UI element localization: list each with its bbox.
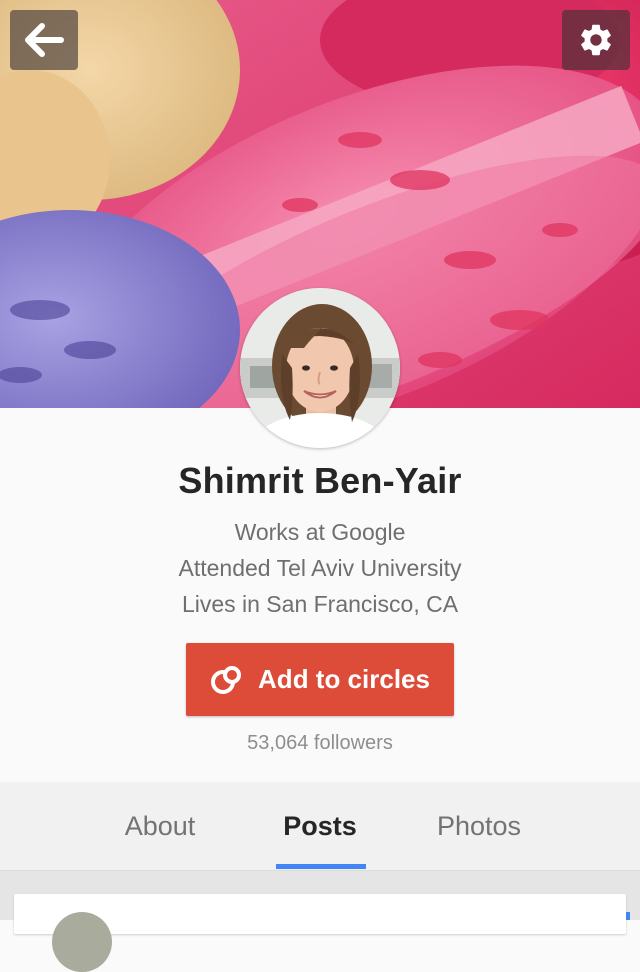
tab-posts[interactable]: Posts xyxy=(270,782,370,870)
gear-icon xyxy=(581,24,611,56)
tab-photos[interactable]: Photos xyxy=(424,782,534,870)
profile-education: Attended Tel Aviv University xyxy=(178,555,462,581)
circles-icon xyxy=(211,665,242,694)
profile-photo xyxy=(240,288,400,448)
profile-work: Works at Google xyxy=(234,519,406,545)
post-author-avatar[interactable] xyxy=(52,912,112,972)
profile-tabs: About Posts Photos xyxy=(0,782,640,871)
tab-about[interactable]: About xyxy=(110,782,210,870)
profile-location: Lives in San Francisco, CA xyxy=(181,591,459,617)
active-tab-indicator xyxy=(276,864,366,869)
settings-button[interactable] xyxy=(562,10,630,70)
followers-count: 53,064 followers xyxy=(247,732,393,754)
arrow-left-icon xyxy=(25,23,64,57)
back-button[interactable] xyxy=(10,10,78,70)
avatar[interactable] xyxy=(240,288,400,448)
add-to-circles-button[interactable]: Add to circles xyxy=(186,643,454,716)
add-to-circles-label: Add to circles xyxy=(258,664,430,694)
post-card-accent xyxy=(626,912,630,920)
profile-name: Shimrit Ben-Yair xyxy=(178,460,462,501)
